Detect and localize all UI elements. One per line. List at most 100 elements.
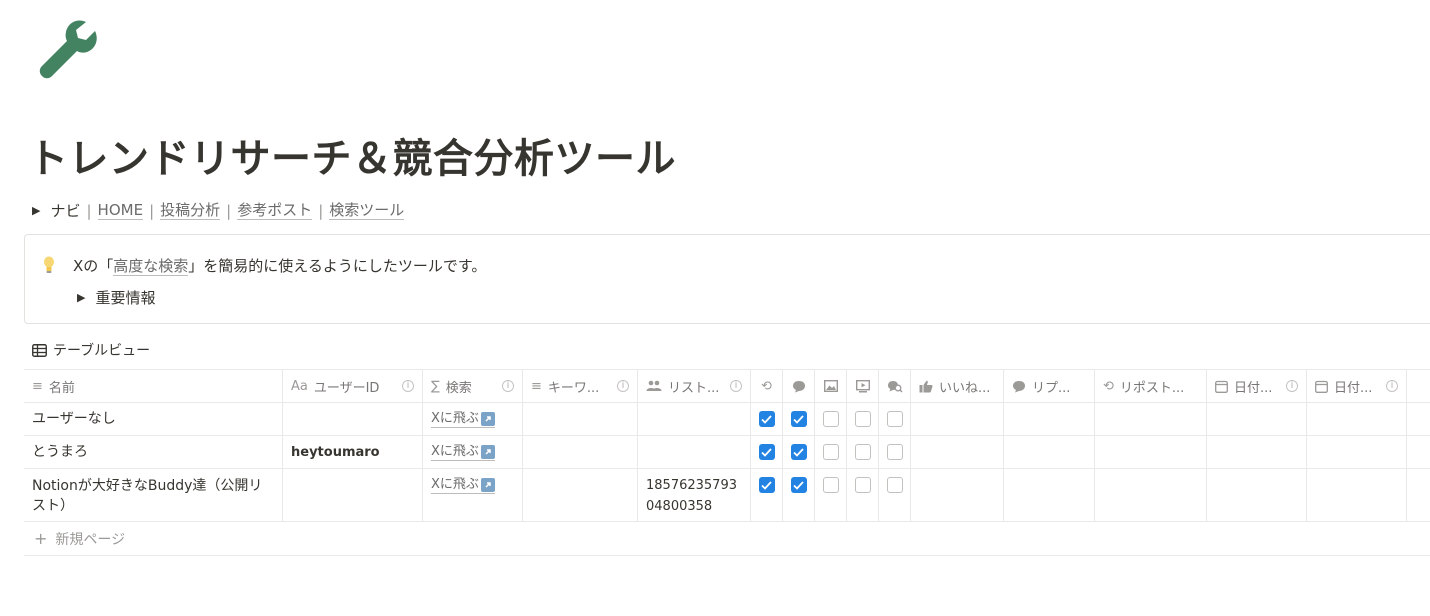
checkbox-unchecked[interactable] (822, 477, 839, 493)
info-icon[interactable]: i (502, 380, 514, 392)
checkbox-unchecked[interactable] (854, 411, 871, 427)
table-header-row: ≡ 名前 Aa ユーザーID i ∑ 検索 i ≡ キーワ... i リスト..… (24, 369, 1430, 403)
column-header-quote-filter[interactable] (879, 370, 911, 402)
text-lines-icon: ≡ (32, 378, 43, 394)
cell-likes[interactable] (911, 469, 1004, 521)
column-header-keyword[interactable]: ≡ キーワ... i (523, 370, 638, 402)
cell-date-1[interactable] (1207, 469, 1307, 521)
page-title[interactable]: トレンドリサーチ＆競合分析ツール (28, 126, 676, 184)
checkbox-unchecked[interactable] (854, 444, 871, 460)
checkbox-checked[interactable] (790, 477, 807, 493)
info-icon[interactable]: i (730, 380, 742, 392)
cell-name[interactable]: Notionが大好きなBuddy達（公開リスト） (24, 469, 283, 521)
column-header-repost-filter[interactable]: ⟲ (751, 370, 783, 402)
column-header-name[interactable]: ≡ 名前 (24, 370, 283, 402)
column-header-likes[interactable]: いいね... (911, 370, 1004, 402)
info-icon[interactable]: i (1386, 380, 1398, 392)
cell-name[interactable]: ユーザーなし (24, 403, 283, 435)
toggle-triangle-icon[interactable]: ▶ (32, 204, 40, 217)
advanced-search-link[interactable]: 高度な検索 (113, 257, 189, 276)
cell-user-id[interactable]: heytoumaro (283, 436, 423, 468)
cell-date-1[interactable] (1207, 436, 1307, 468)
database-table: ≡ 名前 Aa ユーザーID i ∑ 検索 i ≡ キーワ... i リスト..… (24, 369, 1430, 556)
wrench-icon[interactable] (34, 16, 98, 80)
cell-list[interactable] (638, 436, 751, 468)
checkbox-checked[interactable] (758, 444, 775, 460)
nav-toggle[interactable]: ▶ ナビ | HOME | 投稿分析 | 参考ポスト | 検索ツール (32, 200, 405, 221)
cell-keyword[interactable] (523, 436, 638, 468)
checkbox-unchecked[interactable] (886, 411, 903, 427)
nav-link-post-analysis[interactable]: 投稿分析 (160, 201, 221, 220)
column-header-image-filter[interactable] (815, 370, 847, 402)
cell-image-filter (815, 436, 847, 468)
cell-keyword[interactable] (523, 469, 638, 521)
column-header-search[interactable]: ∑ 検索 i (423, 370, 523, 402)
column-header-reposts[interactable]: ⟲ リポスト... (1095, 370, 1207, 402)
checkbox-unchecked[interactable] (886, 444, 903, 460)
checkbox-checked[interactable] (758, 477, 775, 493)
cell-reposts[interactable] (1095, 403, 1207, 435)
cell-replies[interactable] (1004, 436, 1095, 468)
cell-replies[interactable] (1004, 469, 1095, 521)
column-header-list[interactable]: リスト... i (638, 370, 751, 402)
info-icon[interactable]: i (1286, 380, 1298, 392)
column-label: キーワ... (547, 380, 600, 396)
x-jump-link[interactable]: Xに飛ぶ (431, 443, 495, 461)
info-icon[interactable]: i (402, 380, 414, 392)
new-page-label: 新規ページ (55, 531, 126, 548)
nav-link-search-tool[interactable]: 検索ツール (329, 201, 405, 220)
column-label: 日付... (1334, 380, 1373, 396)
checkbox-checked[interactable] (758, 411, 775, 427)
info-icon[interactable]: i (617, 380, 629, 392)
cell-name[interactable]: とうまろ (24, 436, 283, 468)
cell-reposts[interactable] (1095, 436, 1207, 468)
checkbox-unchecked[interactable] (822, 444, 839, 460)
cell-date-2[interactable] (1307, 469, 1407, 521)
nav-link-home[interactable]: HOME (97, 201, 144, 220)
new-page-button[interactable]: + 新規ページ (24, 522, 1430, 556)
cell-likes[interactable] (911, 436, 1004, 468)
x-jump-link[interactable]: Xに飛ぶ (431, 476, 495, 494)
cell-date-2[interactable] (1307, 436, 1407, 468)
callout-text-before: Xの「 (73, 257, 114, 275)
nav-link-reference-posts[interactable]: 参考ポスト (237, 201, 313, 220)
cell-user-id[interactable] (283, 403, 423, 435)
cell-date-2[interactable] (1307, 403, 1407, 435)
column-header-add[interactable] (1407, 370, 1430, 402)
cell-search[interactable]: Xに飛ぶ (423, 403, 523, 435)
nav-separator: | (226, 201, 232, 220)
cell-likes[interactable] (911, 403, 1004, 435)
cell-list[interactable] (638, 403, 751, 435)
x-jump-link[interactable]: Xに飛ぶ (431, 410, 495, 428)
column-header-replies[interactable]: リプ... (1004, 370, 1095, 402)
checkbox-unchecked[interactable] (886, 477, 903, 493)
table-row[interactable]: ユーザーなし Xに飛ぶ (24, 403, 1430, 436)
cell-replies[interactable] (1004, 403, 1095, 435)
column-header-video-filter[interactable] (847, 370, 879, 402)
checkbox-checked[interactable] (790, 411, 807, 427)
column-header-date-1[interactable]: 日付... i (1207, 370, 1307, 402)
checkbox-unchecked[interactable] (854, 477, 871, 493)
cell-video-filter (847, 403, 879, 435)
cell-empty (1407, 469, 1430, 521)
checkbox-unchecked[interactable] (822, 411, 839, 427)
cell-user-id[interactable] (283, 469, 423, 521)
column-header-reply-filter[interactable] (783, 370, 815, 402)
column-header-user-id[interactable]: Aa ユーザーID i (283, 370, 423, 402)
cell-empty (1407, 436, 1430, 468)
cell-reposts[interactable] (1095, 469, 1207, 521)
view-tab-table[interactable]: テーブルビュー (32, 340, 150, 360)
table-row[interactable]: Notionが大好きなBuddy達（公開リスト） Xに飛ぶ 1857623579… (24, 469, 1430, 522)
cell-date-1[interactable] (1207, 403, 1307, 435)
column-header-date-2[interactable]: 日付... i (1307, 370, 1407, 402)
checkbox-checked[interactable] (790, 444, 807, 460)
important-info-toggle[interactable]: ▶ 重要情報 (77, 287, 155, 308)
cell-repost-filter (751, 436, 783, 468)
table-row[interactable]: とうまろ heytoumaro Xに飛ぶ (24, 436, 1430, 469)
cell-keyword[interactable] (523, 403, 638, 435)
cell-image-filter (815, 403, 847, 435)
cell-list[interactable]: 1857623579304800358 (638, 469, 751, 521)
toggle-triangle-icon[interactable]: ▶ (77, 291, 85, 304)
cell-search[interactable]: Xに飛ぶ (423, 469, 523, 521)
cell-search[interactable]: Xに飛ぶ (423, 436, 523, 468)
